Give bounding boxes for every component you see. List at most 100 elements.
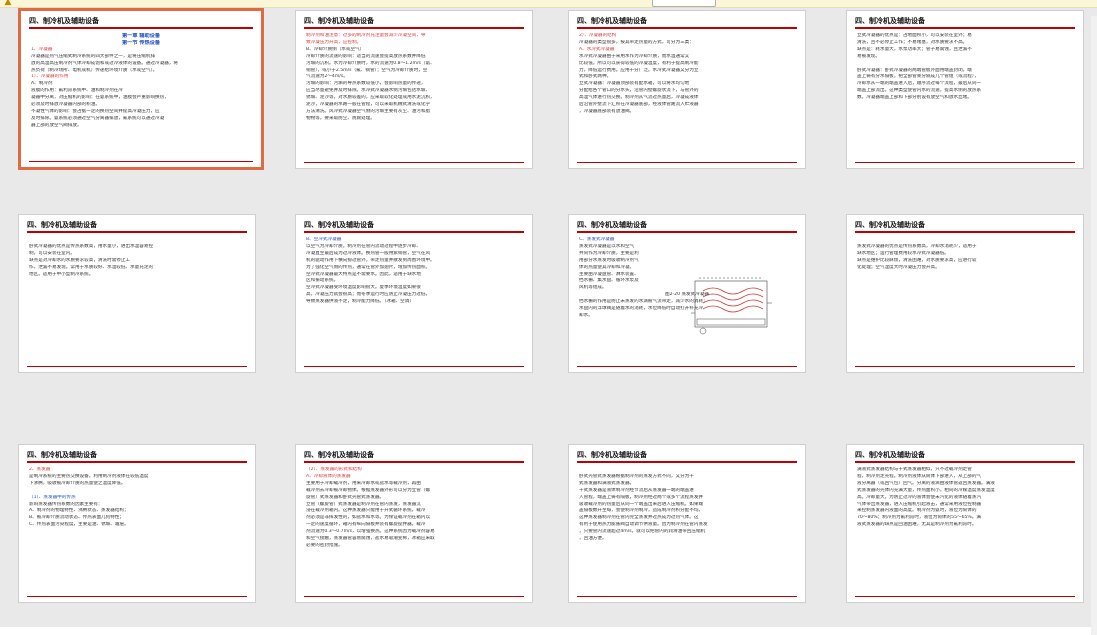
slide-text-line: 立式冷凝器的优点是：占地面积小，可以安装在室外；易 — [857, 33, 972, 38]
slide-text-line: A、冷却液体的蒸发器 — [306, 473, 351, 479]
slide-body: 卧式壳管式蒸发器根据制冷剂的蒸发方式不同，又分为干 式蒸发器和满液式蒸发器。 干式蒸… — [579, 467, 795, 593]
slide-text-line: 式和卧式两种。 — [579, 74, 612, 80]
slide-text-line: C、传热表面污染程度，主要是油、锈垢、霜层。 — [29, 522, 129, 528]
slide-text-line: 物物等，要采取防尘、防腐处理。 — [306, 115, 375, 121]
slide-text-line: A、水冷式冷凝器 — [579, 46, 615, 52]
slide-text-line — [857, 61, 1073, 68]
slide-text-line: 铜管），或小于2.5m/s（氟、铜管）；空气为冷却介质时，空 — [306, 67, 428, 73]
footer-divider — [29, 161, 253, 162]
slide-text-line: 比较低，所以可以获得较低的冷凝温度，有利于提高制冷能 — [579, 60, 699, 66]
slide-body: 制冷剂和油注意：过多的制冷剂充注量会减少冷凝空间，导 致冷凝压力升高，应控制。 B、… — [306, 33, 522, 159]
slide-text-line: 为了强化空气侧的传热，通常在管外加翅片，增加传热面积。 — [306, 264, 431, 270]
slide-thumbnail[interactable]: 四、制冷机及辅助设备 2、蒸发器 是制冷系统的主要热交换设备。利用制冷剂液体在较低… — [18, 444, 256, 603]
slide-text-line: 立式冷凝器：冷凝器顶部装有配水箱，可以将水均匀地 — [579, 81, 690, 87]
slide-text-line: 凝器中分离，对压缩机的影响：在氨系统中，油膜会严重影响换热， — [31, 95, 169, 101]
slide-text-line: 化处理；空气湿度大时冷凝压力会升高。 — [857, 264, 940, 270]
slide-text-line: 来控制蒸发器内液面的高度。制冷剂为氨时，液位为筒体的 — [857, 508, 977, 514]
slide-header: 四、制冷机及辅助设备 — [577, 17, 647, 25]
slide-text-line: ，冷凝器底部装有放油阀。 — [579, 108, 635, 114]
slide-text-line: B、冷却介质侧（水或空气） — [306, 46, 365, 52]
slide-text-line: 1、冷凝器 — [31, 46, 53, 52]
slide-text-line: 剂必须是非挥发性的，如盐水和水等。为保证载冷剂在箱内以 — [306, 515, 431, 521]
slide-body: 蒸发式冷凝器的优点是传热系数高，冷却水消耗少，适用于 缺水地区；运行管理费用较水冷… — [857, 237, 1073, 363]
slide-thumbnail[interactable]: 四、制冷机及辅助设备 2）、冷凝器的结构 冷凝器的类型很多，按其带走热量的方式，可… — [568, 10, 806, 169]
slide-text-line: 液膜的作用：氟利昂系统中、油和制冷剂在冷 — [31, 88, 123, 94]
slide-header: 四、制冷机及辅助设备 — [29, 17, 99, 25]
notification-button[interactable] — [652, 0, 716, 7]
vertical-scrollbar[interactable] — [1091, 16, 1097, 635]
slide-header: 四、制冷机及辅助设备 — [27, 451, 97, 459]
evaporative-condenser-diagram — [691, 277, 772, 335]
slide-text-line: 锈垢、泥沙等，对水质较差的，应采取软化处理或用水泥沉积， — [306, 95, 435, 101]
slide-header: 四、制冷机及辅助设备 — [855, 221, 925, 229]
slide-text-line: 作，泄漏不易发现。常用于水质较好、水温较低、水量充足的 — [29, 264, 154, 270]
slide-thumbnail[interactable]: 四、制冷机及辅助设备 立式冷凝器的优点是：占地面积小，可以安装在室外；易 清洗，且… — [846, 10, 1084, 169]
slide-text-line: 卧式冷凝器：卧式冷凝器的两端管板外面用端盖封闭，端 — [857, 67, 972, 73]
footer-divider — [27, 596, 247, 597]
slide-body: 2、蒸发器 是制冷系统的主要热交换设备。利用制冷剂液体在较低温度 下沸腾，吸收被冷却… — [29, 467, 245, 593]
slide-text-line: 是制冷系统的主要热交换设备。利用制冷剂液体在较低温度 — [29, 473, 149, 479]
slide-text-line: 2、蒸发器 — [29, 467, 51, 472]
slide-text-line: 制，可以安装在室内。 — [29, 250, 75, 256]
slide-text-line: 浸在载冷剂箱内。这种蒸发器只能用于开式循环系统，载冷 — [306, 508, 426, 514]
slide-text-line: 冷却介质的流速的影响：适当的流速会提高放热系数并降低 — [306, 53, 426, 59]
header-divider — [577, 231, 797, 233]
slide-thumbnail[interactable]: 四、制冷机及辅助设备 B、空冷式冷凝器 以空气为冷却介质。制冷剂在管内流动过程中逐… — [295, 214, 533, 373]
footer-divider — [855, 162, 1075, 163]
header-divider — [304, 231, 524, 233]
slide-text-line: 有利于使用热力膨胀阀自动调节供液量。因为制冷剂在管内蒸发 — [579, 522, 708, 528]
slide-thumbnail[interactable]: 四、制冷机及辅助设备 （2）、蒸发器的形式和结构 A、冷却液体的蒸发器 主要用于冷却… — [295, 444, 533, 603]
slide-thumbnail[interactable]: 四、制冷机及辅助设备 满液式蒸发器结构与干式蒸发器相似，只不过载冷剂走管 程，制冷… — [846, 444, 1084, 603]
header-divider — [577, 27, 797, 29]
header-divider — [855, 27, 1075, 29]
slide-body: 立式冷凝器的优点是：占地面积小，可以安装在室外；易 清洗，且不必停止工作；不易堵塞… — [857, 33, 1073, 159]
slide-text-line: 及时排除。氨系统必须通过空气分离器排放，氟系统可以通过冷凝 — [31, 115, 165, 121]
slide-text-line: 后沿管外壁流下汇积在冷凝器底部，经液体管路流入贮液器 — [579, 102, 699, 108]
slide-thumbnail[interactable]: 四、制冷机及辅助设备 蒸发式冷凝器的优点是传热系数高，冷却水消耗少，适用于 缺水地… — [846, 214, 1084, 373]
slide-thumbnail[interactable]: 四、制冷机及辅助设备 第一章 辅助设备 第一节 传热设备 1、冷凝器 冷凝器是热气压缩… — [18, 8, 264, 170]
notification-bar: ▲ — [0, 0, 1097, 8]
slide-text-line: 数。冷凝器端盖上部和下部分别设有放空气和放水丝堵。 — [857, 95, 972, 101]
slide-text-line: 力，降低运行费用。应用十分广泛。水冷式冷凝器又分为立 — [579, 67, 699, 73]
slide-text-line: 剂流速为0.3～0.7m/s，以增强换热。这种系统因为载冷剂容易 — [306, 529, 435, 535]
slide-text-line: B、被冷却介质流动状态、传热表面几何特性； — [29, 515, 125, 521]
slide-text-line: 泥沙，冷凝器的水路一般在管程，可以采取机械式清洗或化学 — [306, 102, 431, 108]
slide-thumbnail[interactable]: 四、制冷机及辅助设备 卧式冷凝器的优点是传热系数高，用水量小，进出水温容易控 制，… — [18, 214, 256, 373]
slide-text-line: 盖隔板数升至每，会使制冷剂制冷，造成制冷剂积分配不均。 — [579, 508, 704, 514]
slide-text-line: 气流速为2～4m/s。 — [306, 74, 348, 80]
slide-text-line: 式蒸发器的壳体内充满大量，传热面积小，相同的冷媒温度蒸发温度 — [857, 487, 995, 493]
slide-text-line: （1）、蒸发器中的传热 — [29, 494, 76, 500]
slide-thumbnail[interactable]: 四、制冷机及辅助设备 C、蒸发式冷凝器 蒸发式冷凝器是以水和空气 共同作为冷却介质，… — [568, 214, 806, 373]
header-divider — [304, 461, 524, 463]
footer-divider — [577, 162, 797, 163]
slide-text-line: 空冷式冷凝器受环境温度影响很大。夏季环境温度如果很 — [306, 285, 421, 291]
header-divider — [577, 461, 797, 463]
slide-text-line: 液分离器（或回气包）回气。分离的液滴由液体管返回蒸发器。满液 — [857, 480, 995, 486]
slide-body: （2）、蒸发器的形式和结构 A、冷却液体的蒸发器 主要用于冷却载冷剂，用来冷却水或盐… — [306, 467, 522, 593]
header-divider — [29, 27, 253, 29]
slide-thumbnail[interactable]: 四、制冷机及辅助设备 制冷剂和油注意：过多的制冷剂充注量会减少冷凝空间，导 致冷凝… — [295, 10, 533, 169]
slide-header: 四、制冷机及辅助设备 — [304, 17, 374, 25]
slide-text-line: 导致蒸发器供液不足，制冷能力降低。（冰箱、空调） — [306, 299, 414, 305]
slide-text-line: C、蒸发式冷凝器 — [579, 237, 615, 242]
slide-text-line: 蒸发式冷凝器是以水和空气 — [579, 243, 635, 249]
slide-text-line: 端盖上部流出。这种类型使管内水的流速，提高水侧的放热系 — [857, 88, 982, 94]
slide-text-line: 影响蒸发器传热系数的因素主要有： — [29, 501, 103, 507]
slide-header: 四、制冷机及辅助设备 — [27, 221, 97, 229]
slide-text-line: 第一节 传热设备 — [121, 39, 161, 46]
slide-text-line: 缺点是维护比较麻烦，清洗困难，对水质要求高，应进行软 — [857, 257, 977, 263]
slide-text-line: ，回油方便。 — [579, 536, 607, 542]
header-divider — [304, 27, 524, 29]
footer-divider — [304, 366, 524, 367]
slide-text-line: 蒸发式冷凝器的优点是传热系数高，冷却水消耗少，适用于 — [857, 243, 977, 249]
slide-body: 卧式冷凝器的优点是传热系数高，用水量小，进出水温容易控 制，可以安装在室内。 缺点是… — [29, 237, 245, 363]
slide-text-line: 以空气为冷却介质。制冷剂在管内流动过程中逐步冷却、 — [306, 243, 421, 249]
slide-text-line: 2）、冷凝器的结构 — [579, 33, 617, 38]
slide-text-line: 下沸腾，吸收被冷却介质的热量使之温度降低。 — [29, 480, 126, 486]
slide-text-line: 易被发现。 — [857, 53, 880, 59]
slide-body: B、空冷式冷凝器 以空气为冷却介质。制冷剂在管内流动过程中逐步冷却、 冷凝直至最后成… — [306, 237, 522, 363]
slide-header: 四、制冷机及辅助设备 — [304, 451, 374, 459]
slide-header: 四、制冷机及辅助设备 — [855, 17, 925, 25]
header-divider — [855, 461, 1075, 463]
slide-thumbnail[interactable]: 四、制冷机及辅助设备 卧式壳管式蒸发器根据制冷剂的蒸发方式不同，又分为干 式蒸发器… — [568, 444, 806, 603]
